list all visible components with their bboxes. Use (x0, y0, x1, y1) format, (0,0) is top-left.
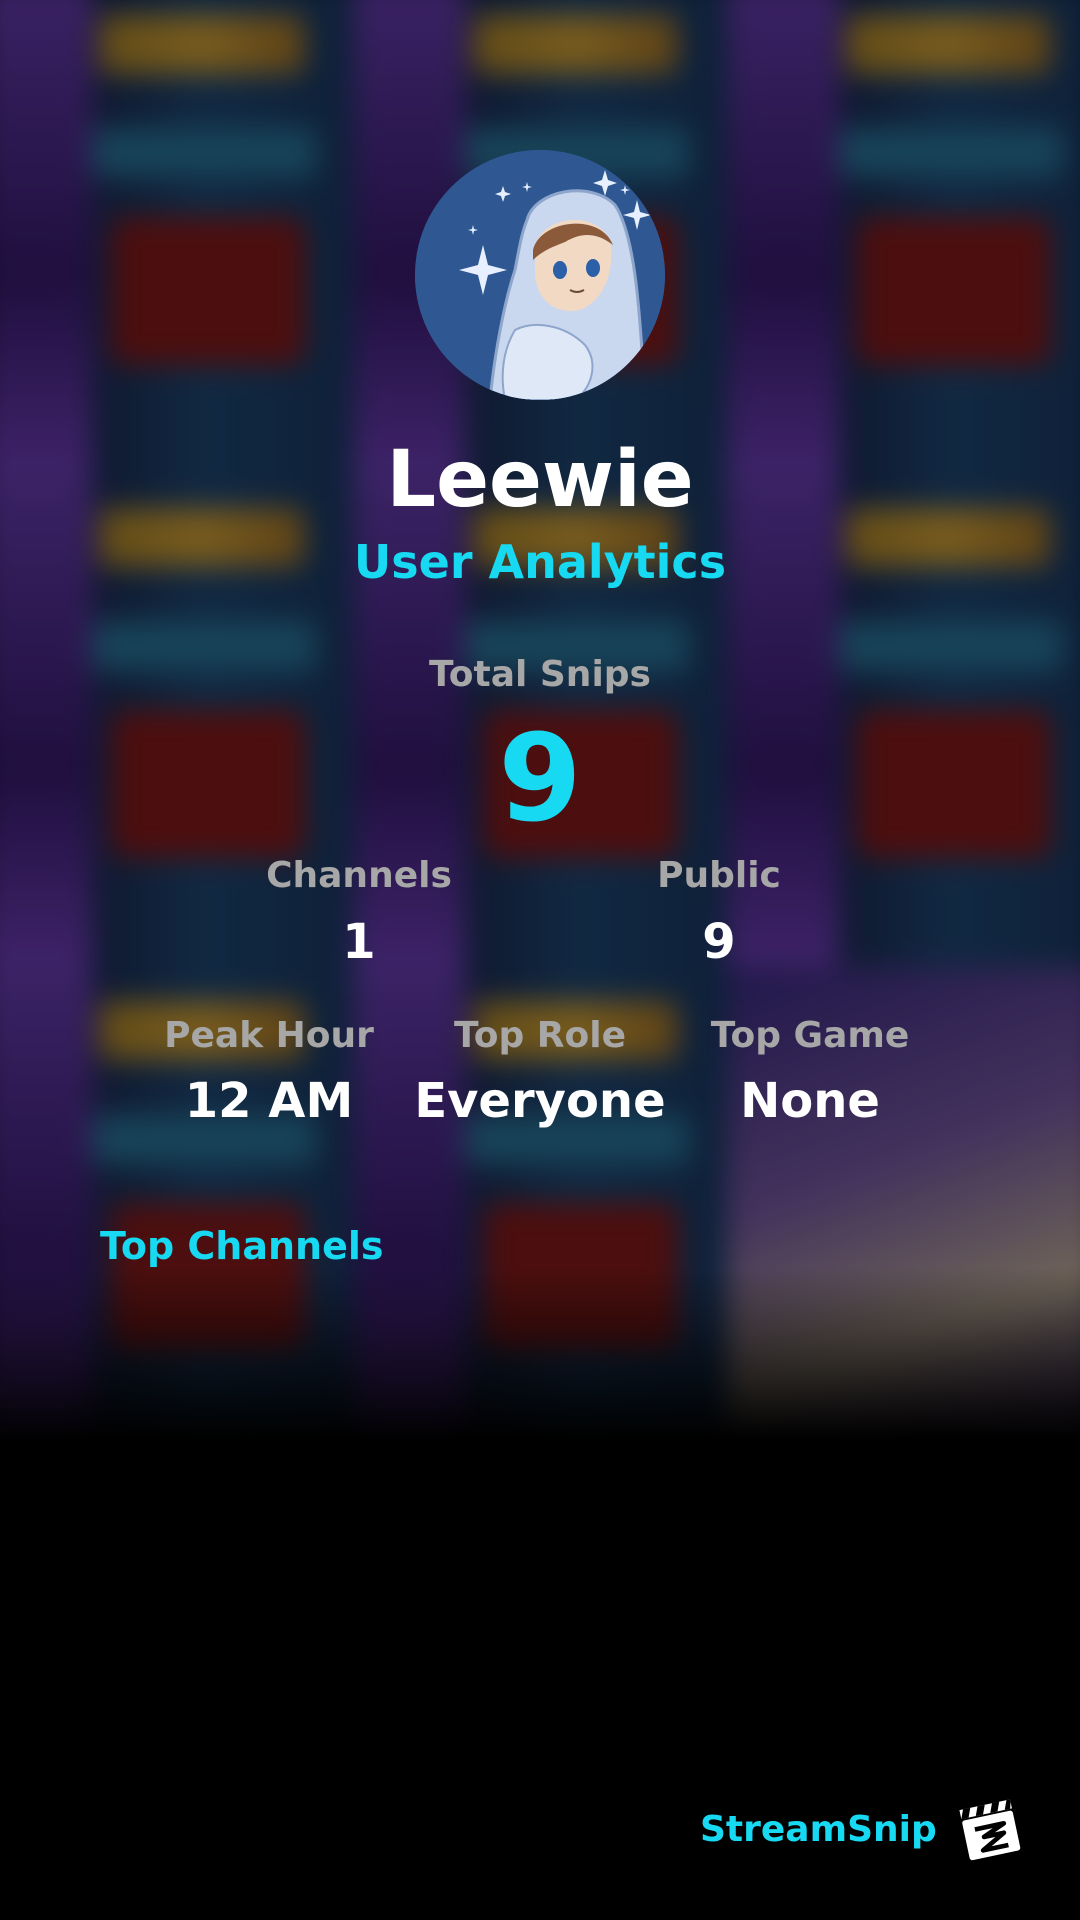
top-role-value: Everyone (414, 1073, 666, 1129)
clapperboard-icon (959, 1799, 1021, 1861)
top-channels-heading: Top Channels (100, 1224, 384, 1268)
public-value: 9 (702, 914, 736, 970)
channels-value: 1 (342, 914, 376, 970)
public-label: Public (657, 855, 781, 896)
brand-name: StreamSnip (700, 1809, 937, 1850)
peak-hour-label: Peak Hour (164, 1015, 374, 1056)
analytics-card: Leewie User Analytics Total Snips 9 Chan… (0, 0, 1080, 1920)
brand: StreamSnip (700, 1788, 1025, 1872)
top-game-label: Top Game (710, 1015, 910, 1056)
peak-hour-value: 12 AM (184, 1073, 354, 1129)
channels-label: Channels (266, 855, 452, 896)
avatar (415, 150, 665, 400)
avatar-image (415, 150, 665, 400)
top-role-label: Top Role (453, 1015, 627, 1056)
total-snips-value: 9 (498, 710, 582, 849)
username: Leewie (386, 435, 694, 525)
page-subtitle: User Analytics (353, 535, 727, 589)
total-snips-label: Total Snips (429, 654, 651, 695)
top-game-value: None (740, 1073, 880, 1129)
